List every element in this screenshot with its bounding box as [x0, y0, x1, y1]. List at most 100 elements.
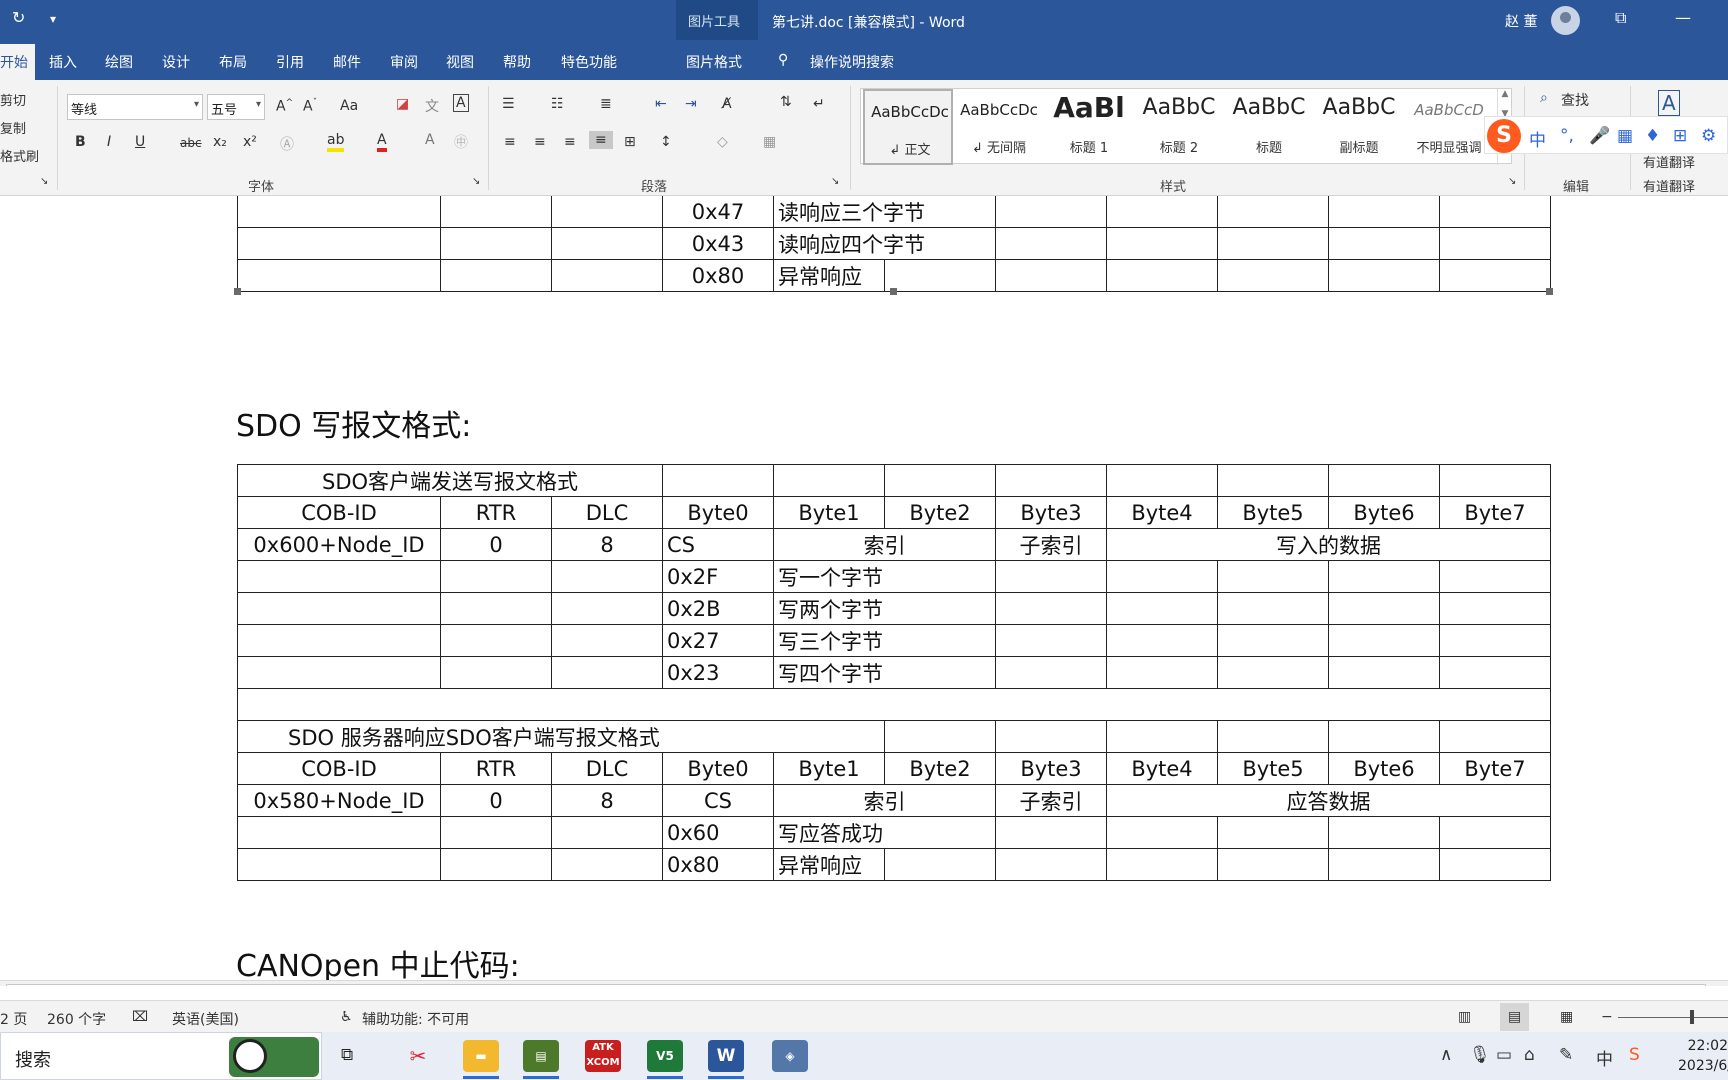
table-cell[interactable] [1106, 560, 1218, 593]
find-button[interactable]: 查找 [1561, 90, 1589, 110]
table-cell[interactable] [440, 624, 552, 657]
style-subtle-emphasis[interactable]: AaBbCcD 不明显强调 [1404, 89, 1494, 165]
table-cell[interactable] [995, 720, 1107, 753]
table-cell[interactable] [551, 259, 663, 292]
strikethrough-button[interactable]: abc [180, 136, 202, 150]
grow-font-button[interactable]: A^ [276, 98, 293, 115]
read-mode-icon[interactable]: ▥ [1458, 1009, 1471, 1025]
accessibility-status[interactable]: 辅助功能: 不可用 [362, 1009, 469, 1029]
font-launcher-icon[interactable]: ↘ [472, 176, 480, 187]
file-explorer-icon[interactable]: ▬ [463, 1040, 499, 1072]
table-cell[interactable] [237, 227, 441, 260]
tab-view[interactable]: 视图 [446, 52, 474, 72]
table-cell[interactable] [1217, 196, 1329, 228]
ime-punct-toggle[interactable]: °, [1560, 126, 1574, 146]
table-cell[interactable] [1439, 624, 1551, 657]
table-cell[interactable]: 子索引 [995, 784, 1107, 817]
ime-tray-icon[interactable]: 中 [1596, 1045, 1613, 1070]
language-indicator[interactable]: 英语(美国) [172, 1009, 239, 1029]
sdo-write-table[interactable]: SDO客户端发送写报文格式 COB-ID RTR DLC Byte0 Byte1… [237, 464, 1551, 881]
chinese-layout-icon[interactable]: A̸ [722, 96, 732, 112]
table-cell[interactable]: 写两个字节 [773, 592, 996, 625]
table-cell[interactable] [1217, 816, 1329, 849]
table-cell[interactable] [1439, 720, 1551, 753]
tab-mailings[interactable]: 邮件 [333, 52, 361, 72]
table-cell[interactable]: 写四个字节 [773, 656, 996, 689]
table-cell[interactable]: 异常响应 [773, 848, 885, 881]
table-cell[interactable] [1328, 464, 1440, 497]
table-header[interactable]: Byte2 [884, 496, 996, 529]
table-cell[interactable] [551, 656, 663, 689]
taskbar-search[interactable]: 搜索 [0, 1032, 322, 1080]
table-cell[interactable] [440, 816, 552, 849]
table-cell[interactable] [440, 196, 552, 228]
table-cell[interactable] [237, 816, 441, 849]
sogou-tray-icon[interactable]: S [1629, 1045, 1640, 1065]
table-cell[interactable] [1106, 227, 1218, 260]
snipping-tool-icon[interactable]: ✂ [400, 1040, 436, 1072]
table-cell[interactable]: 写一个字节 [773, 560, 996, 593]
table-cell[interactable] [1106, 816, 1218, 849]
table-cell[interactable] [237, 560, 441, 593]
italic-button[interactable]: I [107, 134, 111, 150]
table-cell[interactable] [995, 624, 1107, 657]
table-cell[interactable]: 0x80 [662, 259, 774, 292]
table-header[interactable]: COB-ID [237, 496, 441, 529]
table-cell[interactable]: 0x2B [662, 592, 774, 625]
show-hidden-icons-icon[interactable]: ∧ [1440, 1045, 1452, 1065]
tab-home[interactable]: 开始 [0, 44, 35, 80]
apps-icon[interactable]: ⊞ [1673, 126, 1687, 146]
print-layout-icon[interactable]: ▤ [1500, 1003, 1530, 1031]
style-subtitle[interactable]: AaBbC 副标题 [1314, 89, 1404, 165]
table-header[interactable]: Byte3 [995, 496, 1107, 529]
proofing-icon[interactable]: ⌧ [132, 1009, 148, 1025]
table-cell[interactable]: 写入的数据 [1106, 528, 1551, 561]
table-cell[interactable] [1328, 196, 1440, 228]
table-cell[interactable]: 0 [440, 784, 552, 817]
char-border-icon[interactable]: A [453, 94, 469, 112]
selection-handle[interactable] [234, 288, 241, 295]
decrease-indent-icon[interactable]: ⇤ [655, 96, 667, 112]
table-header[interactable]: Byte5 [1217, 496, 1329, 529]
board-tool-icon[interactable]: ▤ [523, 1040, 559, 1072]
keyboard-icon[interactable]: ▦ [1617, 126, 1633, 146]
table-cell[interactable] [1106, 720, 1218, 753]
distributed-icon[interactable]: ⊞ [624, 134, 636, 150]
enclose-char-icon[interactable]: ㊥ [454, 132, 468, 152]
multilevel-list-icon[interactable]: ≣ [600, 96, 612, 112]
table-cell[interactable]: 0x43 [662, 227, 774, 260]
font-name-select[interactable]: 等线 [67, 94, 203, 120]
table-cell[interactable] [1439, 816, 1551, 849]
bold-button[interactable]: B [75, 134, 86, 150]
style-normal[interactable]: AaBbCcDc ↲ 正文 [863, 89, 953, 165]
table-cell[interactable] [440, 227, 552, 260]
table-cell[interactable]: 0x60 [662, 816, 774, 849]
table-cell[interactable] [1328, 259, 1440, 292]
table-cell[interactable] [1328, 656, 1440, 689]
paragraph-launcher-icon[interactable]: ↘ [831, 176, 839, 187]
table-cell[interactable] [1217, 560, 1329, 593]
zoom-slider-thumb[interactable] [1690, 1010, 1694, 1024]
shrink-font-button[interactable]: Aˇ [303, 98, 317, 115]
table-header[interactable]: Byte5 [1217, 752, 1329, 785]
table-cell[interactable] [551, 848, 663, 881]
table-cell[interactable] [1106, 592, 1218, 625]
table-header[interactable]: Byte3 [995, 752, 1107, 785]
table-cell[interactable] [1217, 464, 1329, 497]
mic-tray-icon[interactable]: 🎙 [1469, 1045, 1491, 1065]
table-cell[interactable] [884, 720, 996, 753]
find-search-icon[interactable]: ⌕ [1540, 90, 1548, 106]
style-heading-2[interactable]: AaBbC 标题 2 [1134, 89, 1224, 165]
align-left-icon[interactable]: ≡ [504, 134, 516, 150]
text-effects-icon[interactable]: Ⓐ [280, 134, 294, 154]
table-cell[interactable]: 0x80 [662, 848, 774, 881]
table-cell[interactable]: 0 [440, 528, 552, 561]
table-cell[interactable] [1217, 227, 1329, 260]
table-cell[interactable]: 读响应三个字节 [773, 196, 996, 228]
table-cell[interactable]: 0x600+Node_ID [237, 528, 441, 561]
style-heading-1[interactable]: AaBl 标题 1 [1044, 89, 1134, 165]
table-cell[interactable] [1106, 259, 1218, 292]
table-cell[interactable] [995, 196, 1107, 228]
table-cell[interactable] [1328, 848, 1440, 881]
autosave-refresh-icon[interactable]: ↻ [12, 8, 25, 27]
